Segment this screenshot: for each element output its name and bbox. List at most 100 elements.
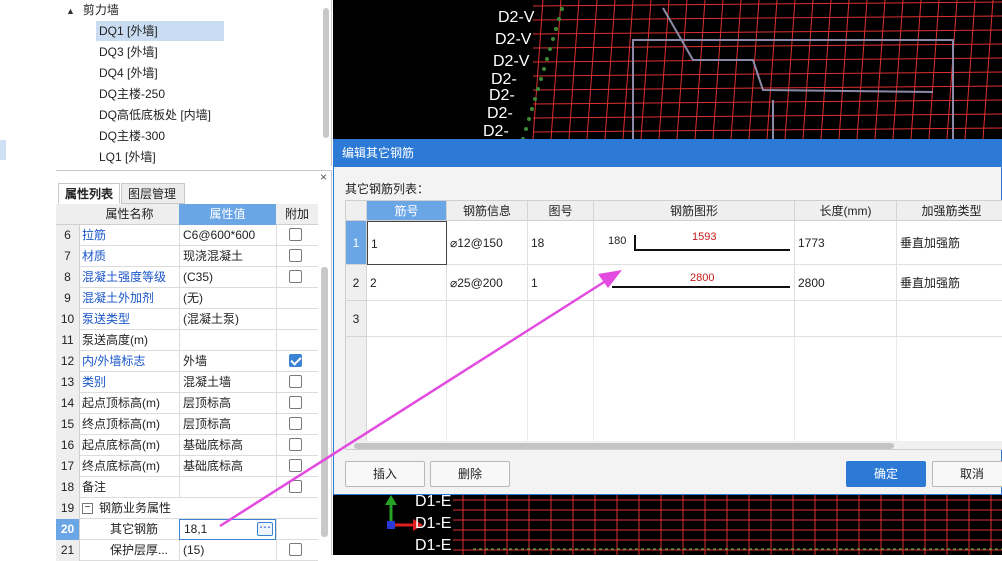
grid-col-header[interactable]: 筋号 [367,201,447,221]
tree-item-dq1[interactable]: DQ1 [外墙] [96,21,224,41]
grid-cell[interactable]: 2 [367,265,447,301]
collapse-icon[interactable]: − [82,503,93,515]
property-row[interactable]: 21 保护层厚... (15) [56,540,318,561]
ok-button[interactable]: 确定 [846,461,926,487]
extra-checkbox[interactable] [289,396,302,409]
property-group-row[interactable]: 19− 钢筋业务属性 [56,498,318,519]
property-value[interactable]: (C35) [179,267,276,288]
extra-checkbox[interactable] [289,480,302,493]
collapse-triangle-icon[interactable]: ▲ [66,1,75,21]
row-number: 16 [56,435,80,456]
property-row[interactable]: 10 泵送类型 (混凝土泵) [56,309,318,330]
grid-cell[interactable]: 1 [528,265,594,301]
grid-col-header[interactable]: 钢筋信息 [447,201,528,221]
tree-item-dq3[interactable]: DQ3 [外墙] [96,42,158,62]
property-scrollbar[interactable] [321,267,328,537]
extra-checkbox[interactable] [289,375,302,388]
row-number: 20 [56,519,80,540]
grid-col-header[interactable]: 钢筋图形 [594,201,795,221]
property-row[interactable]: 17 终点底标高(m) 基础底标高 [56,456,318,477]
property-value[interactable]: (15) [179,540,276,561]
property-row[interactable]: 9 混凝土外加剂 (无) [56,288,318,309]
tree-item-dq-slab[interactable]: DQ高低底板处 [内墙] [96,105,211,125]
shape-left-dim: 180 [608,235,627,247]
grid-cell[interactable]: ⌀25@200 [447,265,528,301]
property-value[interactable]: 混凝土墙 [179,372,276,393]
property-row-other-rebar[interactable]: 20 其它钢筋 18,1 ⋯ [56,519,318,540]
property-value[interactable]: 基础底标高 [179,435,276,456]
property-value[interactable] [179,330,276,351]
grid-col-header[interactable]: 加强筋类型 [897,201,1002,221]
tree-item-dq-main-300[interactable]: DQ主楼-300 [96,126,165,146]
grid-cell[interactable] [528,301,594,337]
grid-cell[interactable]: 1 [367,221,447,265]
grid-cell[interactable] [447,301,528,337]
grid-row-number[interactable]: 3 [346,301,367,337]
extra-checkbox[interactable] [289,228,302,241]
tree-root-shear-wall[interactable]: ▲ 剪力墙 [66,0,119,20]
grid-cell[interactable]: ⌀12@150 [447,221,528,265]
grid-cell[interactable] [795,301,897,337]
grid-row-number[interactable]: 1 [346,221,367,265]
tree-item-dq4[interactable]: DQ4 [外墙] [96,63,158,83]
cancel-button[interactable]: 取消 [932,461,1002,487]
rebar-shape-cell[interactable]: 2800 [594,265,795,301]
rebar-shape-cell[interactable] [594,301,795,337]
extra-checkbox[interactable] [289,459,302,472]
tab-property-list[interactable]: 属性列表 [58,183,120,204]
delete-button[interactable]: 删除 [430,461,510,487]
extra-cell [276,246,318,267]
grid-row-number[interactable]: 2 [346,265,367,301]
property-row[interactable]: 14 起点顶标高(m) 层顶标高 [56,393,318,414]
col-name-header: 属性名称 [105,207,154,221]
close-icon[interactable]: × [320,171,327,183]
rebar-shape-cell[interactable]: 180 1593 [594,221,795,265]
grid-col-header[interactable]: 图号 [528,201,594,221]
grid-horizontal-scrollbar[interactable] [346,441,1002,449]
property-row[interactable]: 18 备注 [56,477,318,498]
property-value[interactable]: (无) [179,288,276,309]
grid-cell[interactable] [367,301,447,337]
property-value[interactable]: 基础底标高 [179,456,276,477]
extra-cell [276,225,318,246]
extra-checkbox[interactable] [289,354,302,367]
property-value[interactable]: 层顶标高 [179,393,276,414]
property-value[interactable]: 现浇混凝土 [179,246,276,267]
property-value[interactable]: 层顶标高 [179,414,276,435]
property-row[interactable]: 12 内/外墙标志 外墙 [56,351,318,372]
scroll-thumb[interactable] [354,443,894,449]
property-row[interactable]: 16 起点底标高(m) 基础底标高 [56,435,318,456]
grid-cell[interactable] [897,301,1002,337]
tree-item-lq1[interactable]: LQ1 [外墙] [96,147,156,167]
property-row[interactable]: 6 拉筋 C6@600*600 [56,225,318,246]
extra-checkbox[interactable] [289,543,302,556]
tree-scrollbar[interactable] [323,8,329,138]
insert-button[interactable]: 插入 [345,461,425,487]
grid-cell[interactable]: 1773 [795,221,897,265]
more-icon[interactable]: ⋯ [257,521,273,536]
property-row[interactable]: 7 材质 现浇混凝土 [56,246,318,267]
property-value[interactable]: C6@600*600 [179,225,276,246]
grid-cell[interactable]: 2800 [795,265,897,301]
grid-cell[interactable]: 垂直加强筋 [897,221,1002,265]
extra-checkbox[interactable] [289,249,302,262]
tree-item-dq-main-250[interactable]: DQ主楼-250 [96,84,165,104]
property-row[interactable]: 8 混凝土强度等级 (C35) [56,267,318,288]
property-value[interactable]: (混凝土泵) [179,309,276,330]
other-rebar-input[interactable]: 18,1 ⋯ [179,519,276,540]
property-row[interactable]: 15 终点顶标高(m) 层顶标高 [56,414,318,435]
property-name: 拉筋 [82,228,107,242]
rebar-list-label: 其它钢筋列表： [345,182,430,196]
tab-layer-manager[interactable]: 图层管理 [121,183,185,204]
property-row[interactable]: 11 泵送高度(m) [56,330,318,351]
property-row[interactable]: 13 类别 混凝土墙 [56,372,318,393]
property-value[interactable] [179,477,276,498]
grid-col-header[interactable]: 长度(mm) [795,201,897,221]
extra-checkbox[interactable] [289,417,302,430]
grid-cell[interactable]: 垂直加强筋 [897,265,1002,301]
extra-checkbox[interactable] [289,438,302,451]
cad-axis-label: D1-E [415,493,451,510]
property-value[interactable]: 外墙 [179,351,276,372]
grid-cell[interactable]: 18 [528,221,594,265]
extra-checkbox[interactable] [289,270,302,283]
